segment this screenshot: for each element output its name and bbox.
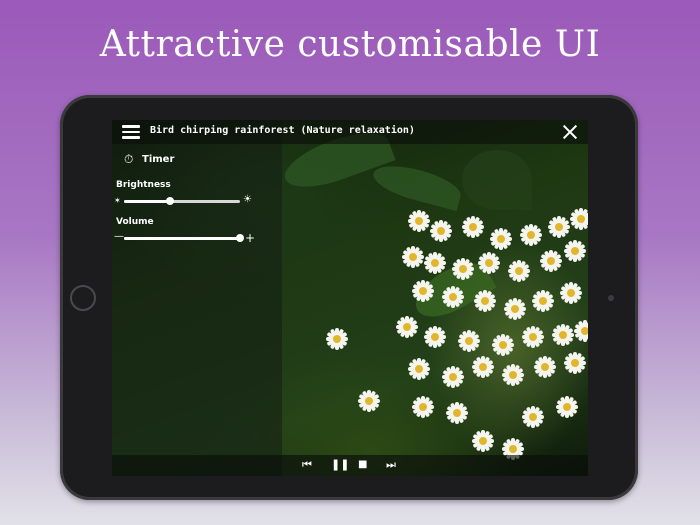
daisy-flower <box>548 216 570 238</box>
timer-label: Timer <box>142 154 175 165</box>
daisy-flower <box>540 250 562 272</box>
playback-controls: ⏮ ❚❚ ■ ⏭ <box>112 455 588 476</box>
daisy-flower <box>532 290 554 312</box>
track-title: Bird chirping rainforest (Nature relaxat… <box>150 125 415 136</box>
daisy-flower <box>492 334 514 356</box>
daisy-flower <box>552 324 574 346</box>
title-bar: Bird chirping rainforest (Nature relaxat… <box>112 120 588 144</box>
foliage <box>462 150 532 210</box>
daisy-flower <box>402 246 424 268</box>
daisy-flower <box>412 396 434 418</box>
sun-small-icon: ✶ <box>114 196 121 205</box>
daisy-flower <box>424 252 446 274</box>
daisy-flower <box>412 280 434 302</box>
daisy-flower <box>458 330 480 352</box>
brightness-slider[interactable] <box>124 197 240 205</box>
daisy-flower <box>560 282 582 304</box>
daisy-flower <box>570 208 588 230</box>
volume-fill <box>124 237 240 240</box>
minus-icon: — <box>114 231 124 242</box>
daisy-flower <box>358 390 380 412</box>
daisy-flower <box>472 430 494 452</box>
fast-forward-icon[interactable]: ⏭ <box>386 458 396 472</box>
plus-icon: + <box>245 231 256 245</box>
volume-knob[interactable] <box>236 234 244 242</box>
daisy-flower <box>574 320 588 342</box>
settings-panel: ⏱ Timer Brightness ✶ ☀ Volume — + <box>112 120 282 476</box>
daisy-flower <box>504 298 526 320</box>
volume-slider[interactable] <box>124 234 244 242</box>
daisy-flower <box>446 402 468 424</box>
daisy-flower <box>326 328 348 350</box>
promo-headline: Attractive customisable UI <box>99 24 601 65</box>
daisy-flower <box>564 240 586 262</box>
daisy-flower <box>534 356 556 378</box>
daisy-flower <box>478 252 500 274</box>
daisy-flower <box>408 358 430 380</box>
daisy-flower <box>442 286 464 308</box>
daisy-flower <box>442 366 464 388</box>
daisy-flower <box>430 220 452 242</box>
daisy-flower <box>472 356 494 378</box>
pause-icon[interactable]: ❚❚ <box>331 458 349 471</box>
foliage <box>369 158 465 212</box>
hamburger-menu-icon[interactable] <box>122 125 140 139</box>
daisy-flower <box>452 258 474 280</box>
volume-label: Volume <box>116 217 154 227</box>
brightness-label: Brightness <box>116 180 171 190</box>
brightness-knob[interactable] <box>166 197 175 205</box>
daisy-flower <box>474 290 496 312</box>
daisy-flower <box>522 406 544 428</box>
daisy-flower <box>396 316 418 338</box>
daisy-flower <box>408 210 430 232</box>
daisy-flower <box>522 326 544 348</box>
daisy-flower <box>508 260 530 282</box>
brightness-fill <box>124 200 171 203</box>
daisy-flower <box>556 396 578 418</box>
app-screen: ⏱ Timer Brightness ✶ ☀ Volume — + Bird c… <box>112 120 588 476</box>
daisy-flower <box>490 228 512 250</box>
sun-large-icon: ☀ <box>243 194 252 205</box>
stop-icon[interactable]: ■ <box>358 459 367 470</box>
home-button <box>70 285 96 311</box>
rewind-icon[interactable]: ⏮ <box>302 458 312 472</box>
stopwatch-icon: ⏱ <box>124 152 134 166</box>
daisy-flower <box>564 352 586 374</box>
daisy-flower <box>502 364 524 386</box>
daisy-flower <box>462 216 484 238</box>
daisy-flower <box>520 224 542 246</box>
close-icon[interactable] <box>562 124 578 140</box>
daisy-flower <box>424 326 446 348</box>
camera-dot <box>608 295 614 301</box>
